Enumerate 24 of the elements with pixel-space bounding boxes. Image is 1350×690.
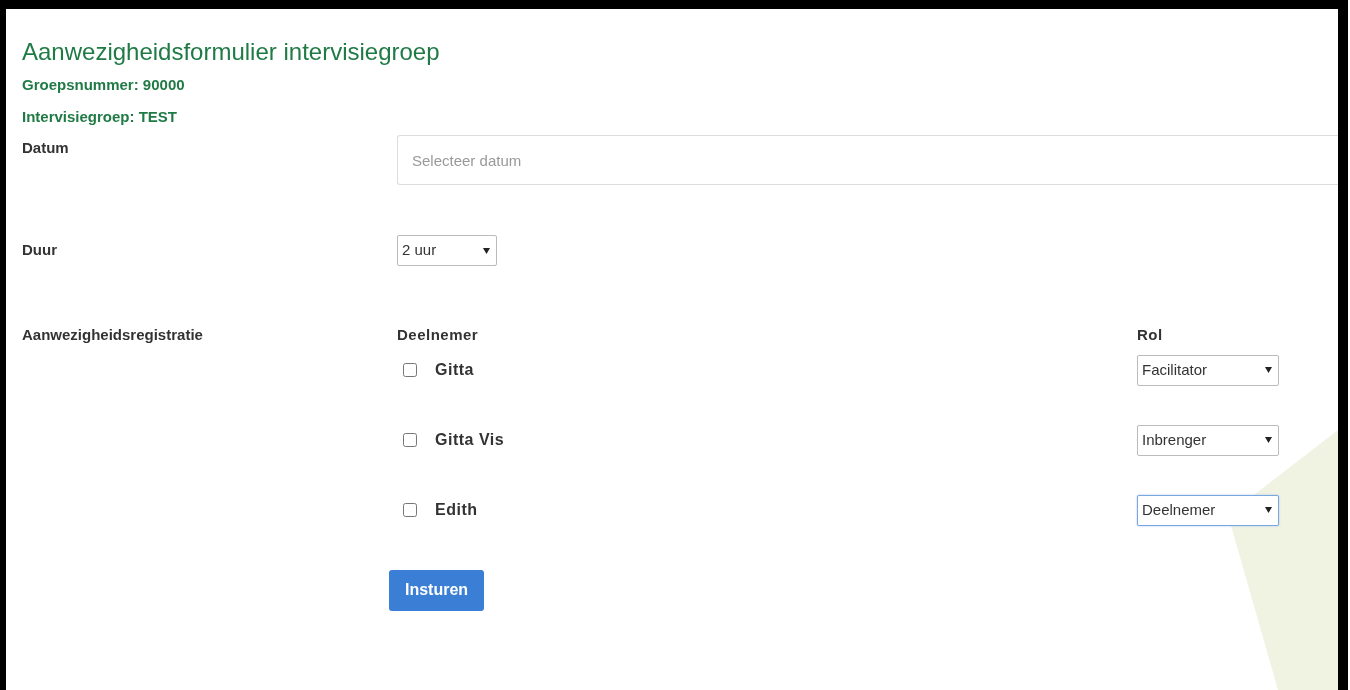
date-field[interactable]: Selecteer datum [397, 135, 1338, 185]
group-name: Intervisiegroep: TEST [22, 107, 179, 127]
caret-icon [1265, 367, 1272, 373]
participant-name: Gitta Vis [435, 430, 505, 450]
role-dropdown[interactable]: Deelnemer [1137, 494, 1279, 526]
submit-button[interactable]: Insturen [389, 569, 485, 611]
caret-icon [483, 247, 490, 254]
field-label: Datum [22, 138, 70, 158]
participant-name: Gitta [435, 360, 474, 380]
field-label: Aanwezigheidsregistratie [22, 325, 204, 345]
field-label: Duur [22, 240, 58, 261]
column-header: Rol [1137, 325, 1163, 345]
page-title: Aanwezigheidsformulier intervisiegroep [22, 37, 441, 67]
duration-dropdown[interactable]: 2 uur [397, 235, 497, 266]
caret-icon [1265, 507, 1272, 513]
checkbox[interactable] [403, 503, 417, 517]
role-dropdown[interactable]: Facilitator [1137, 354, 1279, 386]
role-dropdown[interactable]: Inbrenger [1137, 424, 1279, 456]
caret-icon [1265, 437, 1272, 443]
checkbox[interactable] [403, 433, 417, 447]
group-number: Groepsnummer: 90000 [22, 75, 186, 95]
checkbox[interactable] [403, 363, 417, 377]
participant-name: Edith [435, 500, 478, 520]
column-header: Deelnemer [397, 325, 480, 345]
